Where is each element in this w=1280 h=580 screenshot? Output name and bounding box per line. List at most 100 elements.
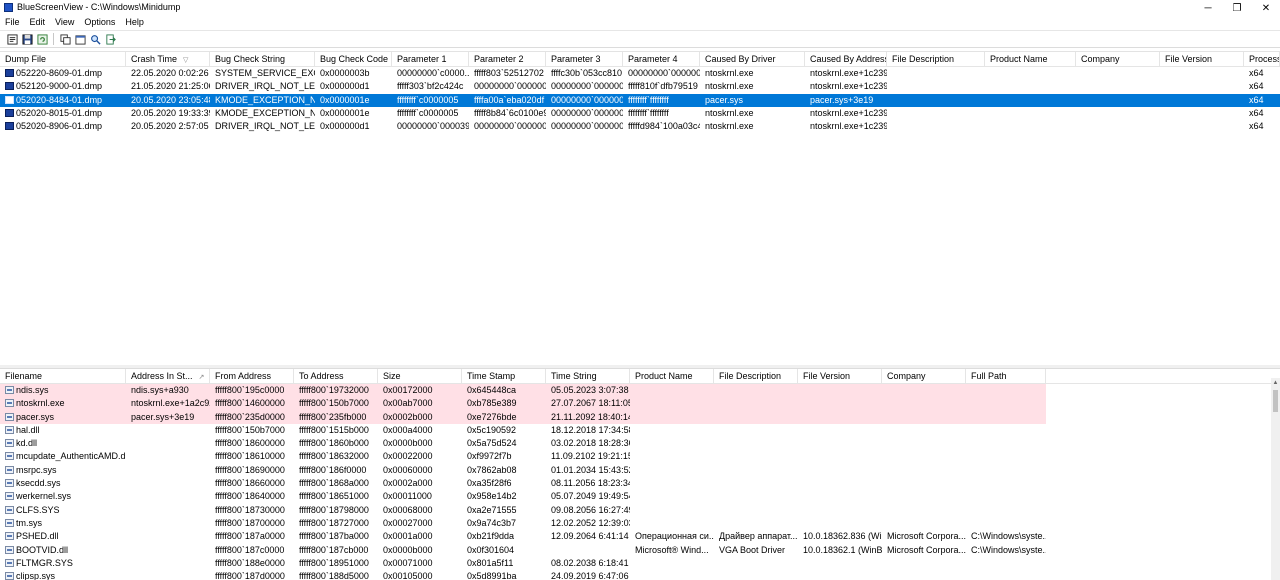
close-button[interactable]: ✕: [1252, 0, 1280, 16]
driver-row[interactable]: ksecdd.sys fffff800`18660000 fffff800`1868…: [0, 477, 1280, 490]
driver-row[interactable]: PSHED.dll fffff800`187a0000 fffff800`187ba…: [0, 530, 1280, 543]
save-icon[interactable]: [21, 33, 33, 45]
crash-row[interactable]: 052220-8609-01.dmp 22.05.2020 0:02:26 SYST…: [0, 67, 1280, 80]
cell-text: ffffa00a`eba020df: [474, 94, 545, 105]
cell-text: 08.11.2056 18:23:34: [551, 478, 630, 489]
col-parameter-1[interactable]: Parameter 1: [392, 52, 469, 67]
col-time-stamp[interactable]: Time Stamp: [462, 369, 546, 384]
cell-time-string: 09.08.2056 16:27:49: [546, 504, 630, 517]
cell-text: 052120-9000-01.dmp: [16, 81, 103, 92]
cell-text: 00000000`000039...: [397, 121, 469, 132]
crash-row[interactable]: 052120-9000-01.dmp 21.05.2020 21:25:06 DRI…: [0, 80, 1280, 93]
driver-row[interactable]: pacer.sys pacer.sys+3e19 fffff800`235d0000…: [0, 410, 1280, 424]
cell-text: ntoskrnl.exe: [705, 121, 754, 132]
driver-row[interactable]: tm.sys fffff800`18700000 fffff800`18727000…: [0, 517, 1280, 530]
maximize-button[interactable]: ❐: [1223, 0, 1251, 16]
cell-from-address: fffff800`187c0000: [210, 544, 294, 557]
find-icon[interactable]: [89, 33, 101, 45]
html-report-icon[interactable]: [74, 33, 86, 45]
cell-dump-file: 052120-9000-01.dmp: [0, 80, 126, 93]
driver-row[interactable]: hal.dll fffff800`150b7000 fffff800`1515b00…: [0, 424, 1280, 437]
col-company[interactable]: Company: [1076, 52, 1160, 67]
scroll-up-icon[interactable]: ▲: [1271, 378, 1280, 388]
driver-file-icon: [5, 572, 14, 580]
menu-file[interactable]: File: [0, 16, 25, 29]
menu-options[interactable]: Options: [79, 16, 120, 29]
col-file-version[interactable]: File Version: [1160, 52, 1244, 67]
cell-text: 10.0.18362.1 (WinB...: [803, 544, 882, 555]
cell-text: fffff800`18951000: [299, 557, 369, 568]
exit-icon[interactable]: [104, 33, 116, 45]
properties-icon[interactable]: [6, 33, 18, 45]
cell-text: 0x00060000: [383, 464, 433, 475]
cell-full-path: C:\Windows\syste...: [966, 530, 1046, 543]
col-product-name-drv[interactable]: Product Name: [630, 369, 714, 384]
driver-file-icon: [5, 425, 14, 434]
col-caused-by-driver[interactable]: Caused By Driver: [700, 52, 805, 67]
menu-help[interactable]: Help: [120, 16, 149, 29]
driver-row[interactable]: werkernel.sys fffff800`18640000 fffff800`1…: [0, 490, 1280, 503]
cell-dump-file: 052020-8015-01.dmp: [0, 107, 126, 120]
cell-product-name: Операционная си...: [630, 530, 714, 543]
cell-file-version: [798, 464, 882, 477]
cell-file-description: [714, 504, 798, 517]
cell-processor: x64: [1244, 94, 1280, 107]
crash-row[interactable]: 052020-8015-01.dmp 20.05.2020 19:33:39 KMO…: [0, 107, 1280, 120]
col-file-description[interactable]: File Description: [887, 52, 985, 67]
col-processor[interactable]: Processor: [1244, 52, 1280, 67]
col-caused-by-address[interactable]: Caused By Address: [805, 52, 887, 67]
copy-icon[interactable]: [59, 33, 71, 45]
cell-filename: tm.sys: [0, 517, 126, 530]
col-parameter-3[interactable]: Parameter 3: [546, 52, 623, 67]
cell-time-string: 03.02.2018 18:28:36: [546, 437, 630, 450]
col-full-path[interactable]: Full Path: [966, 369, 1046, 384]
driver-row[interactable]: mcupdate_AuthenticAMD.dll fffff800`186100…: [0, 450, 1280, 463]
crash-row[interactable]: 052020-8906-01.dmp 20.05.2020 2:57:05 DRIV…: [0, 120, 1280, 133]
col-parameter-4[interactable]: Parameter 4: [623, 52, 700, 67]
driver-row[interactable]: ntoskrnl.exe ntoskrnl.exe+1a2c92 fffff800`…: [0, 397, 1280, 411]
driver-row[interactable]: ndis.sys ndis.sys+a930 fffff800`195c0000 ff…: [0, 384, 1280, 398]
cell-text: pacer.sys: [705, 94, 744, 105]
driver-row[interactable]: CLFS.SYS fffff800`18730000 fffff800`187980…: [0, 504, 1280, 517]
menu-view[interactable]: View: [50, 16, 79, 29]
col-file-version-drv[interactable]: File Version: [798, 369, 882, 384]
col-from-address[interactable]: From Address: [210, 369, 294, 384]
cell-size: 0x000a4000: [378, 424, 462, 437]
cell-time-stamp: 0x7862ab08: [462, 464, 546, 477]
driver-row[interactable]: FLTMGR.SYS fffff800`188e0000 fffff800`1895…: [0, 557, 1280, 570]
cell-text: 24.09.2019 6:47:06: [551, 571, 629, 580]
cell-text: 0x00027000: [383, 517, 433, 528]
driver-row[interactable]: clipsp.sys fffff800`187d0000 fffff800`188d…: [0, 570, 1280, 580]
col-company-drv[interactable]: Company: [882, 369, 966, 384]
col-address-in-stack[interactable]: Address In St... ↗: [126, 369, 210, 384]
col-time-string[interactable]: Time String: [546, 369, 630, 384]
cell-time-stamp: 0xb21f9dda: [462, 530, 546, 543]
crash-row[interactable]: 052020-8484-01.dmp 20.05.2020 23:05:48 KMO…: [0, 93, 1280, 107]
col-dump-file[interactable]: Dump File: [0, 52, 126, 67]
col-to-address[interactable]: To Address: [294, 369, 378, 384]
driver-row[interactable]: BOOTVID.dll fffff800`187c0000 fffff800`187…: [0, 544, 1280, 557]
minimize-button[interactable]: ─: [1194, 0, 1222, 16]
col-bug-check-code[interactable]: Bug Check Code: [315, 52, 392, 67]
col-crash-time[interactable]: Crash Time ▽: [126, 52, 210, 67]
driver-row[interactable]: msrpc.sys fffff800`18690000 fffff800`186f0…: [0, 464, 1280, 477]
col-file-description-drv[interactable]: File Description: [714, 369, 798, 384]
vertical-scrollbar[interactable]: ▲: [1271, 378, 1280, 580]
cell-text: 052020-8484-01.dmp: [16, 94, 103, 105]
cell-text: 0x0002a000: [383, 478, 433, 489]
col-size[interactable]: Size: [378, 369, 462, 384]
col-parameter-2[interactable]: Parameter 2: [469, 52, 546, 67]
driver-row[interactable]: kd.dll fffff800`18600000 fffff800`1860b000…: [0, 437, 1280, 450]
cell-text: ffffffff`ffffffff: [628, 94, 669, 105]
cell-file-description: VGA Boot Driver: [714, 544, 798, 557]
col-filename[interactable]: Filename: [0, 369, 126, 384]
refresh-icon[interactable]: [36, 33, 48, 45]
vscroll-thumb[interactable]: [1273, 390, 1278, 412]
cell-text: fffff800`195c0000: [215, 385, 285, 395]
menu-edit[interactable]: Edit: [25, 16, 51, 29]
cell-to-address: fffff800`18727000: [294, 517, 378, 530]
cell-product-name: [630, 464, 714, 477]
cell-file-description: [714, 410, 798, 424]
col-product-name[interactable]: Product Name: [985, 52, 1076, 67]
col-bug-check-string[interactable]: Bug Check String: [210, 52, 315, 67]
